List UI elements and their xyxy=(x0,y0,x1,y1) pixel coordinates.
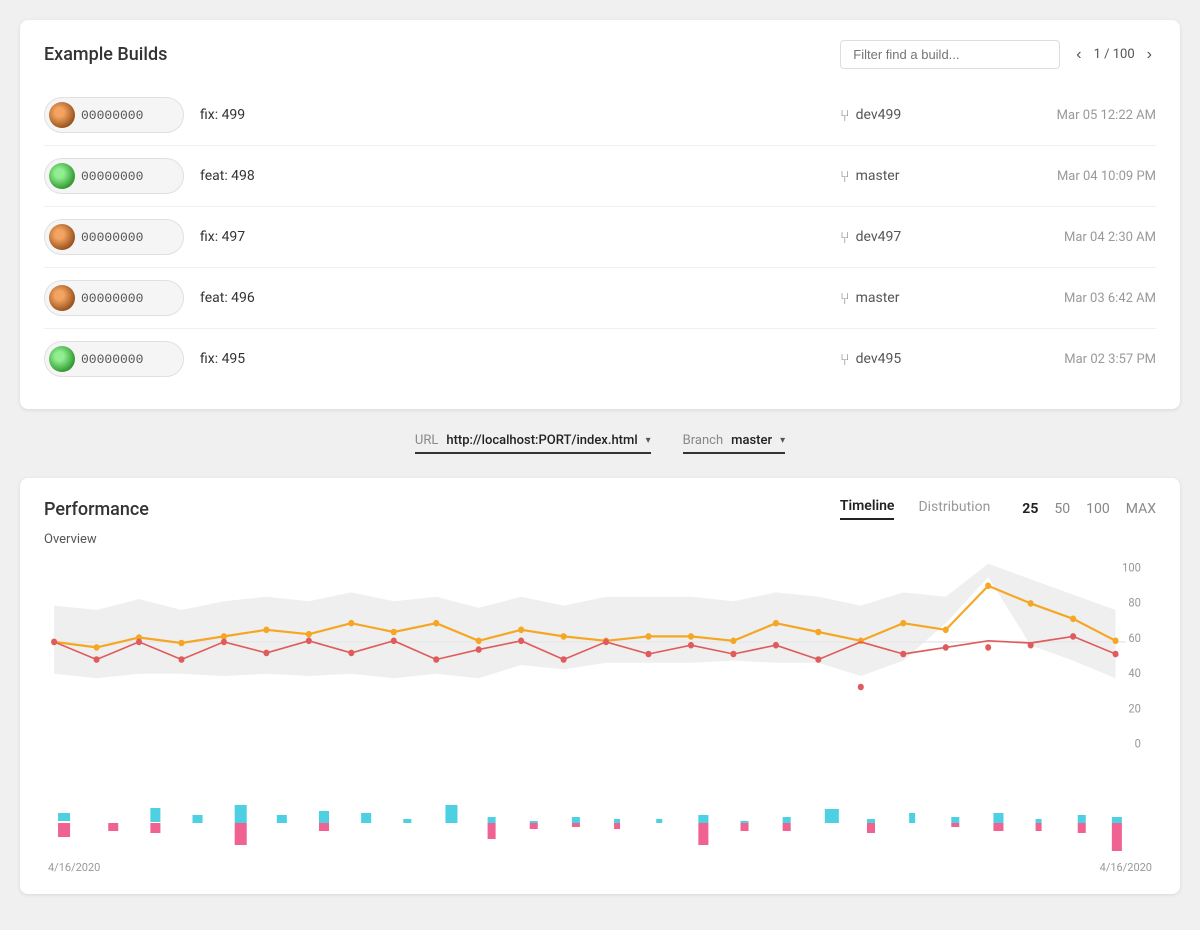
tab-distribution[interactable]: Distribution xyxy=(918,499,990,519)
build-id-badge: 00000000 xyxy=(44,219,184,255)
branch-name: dev499 xyxy=(856,107,902,123)
branch-icon: ⑂ xyxy=(840,106,850,125)
build-hash: 00000000 xyxy=(81,291,143,306)
filter-input[interactable] xyxy=(840,40,1060,69)
build-branch: ⑂ master xyxy=(840,167,980,186)
bar-chart-svg xyxy=(48,783,1152,853)
avatar xyxy=(49,285,75,311)
avatar-image xyxy=(49,346,75,372)
build-branch: ⑂ dev499 xyxy=(840,106,980,125)
pagination: ‹ 1 / 100 › xyxy=(1072,44,1156,66)
performance-tabs: Timeline Distribution xyxy=(840,498,990,520)
branch-name: dev495 xyxy=(856,351,902,367)
build-branch: ⑂ master xyxy=(840,289,980,308)
count-100[interactable]: 100 xyxy=(1086,501,1110,517)
bar-chart xyxy=(48,783,1152,853)
date-end: 4/16/2020 xyxy=(1100,861,1152,874)
build-date: Mar 02 3:57 PM xyxy=(996,352,1156,367)
svg-text:0: 0 xyxy=(1135,736,1141,751)
builds-card: Example Builds ‹ 1 / 100 › 00000000 fix:… xyxy=(20,20,1180,409)
avatar-image xyxy=(49,285,75,311)
build-message: feat: 498 xyxy=(200,168,824,184)
table-row[interactable]: 00000000 fix: 497 ⑂ dev497 Mar 04 2:30 A… xyxy=(44,206,1156,267)
avatar xyxy=(49,163,75,189)
build-branch: ⑂ dev497 xyxy=(840,228,980,247)
builds-list: 00000000 fix: 499 ⑂ dev499 Mar 05 12:22 … xyxy=(44,85,1156,389)
builds-controls: ‹ 1 / 100 › xyxy=(840,40,1156,69)
build-message: feat: 496 xyxy=(200,290,824,306)
url-label: URL xyxy=(415,433,438,448)
url-value: http://localhost:PORT/index.html xyxy=(446,433,637,448)
build-date: Mar 04 10:09 PM xyxy=(996,169,1156,184)
branch-name: dev497 xyxy=(856,229,902,245)
avatar-image xyxy=(49,224,75,250)
count-50[interactable]: 50 xyxy=(1054,501,1070,517)
branch-icon: ⑂ xyxy=(840,167,850,186)
date-row: 4/16/2020 4/16/2020 xyxy=(44,861,1156,874)
branch-selector[interactable]: Branch master ▾ xyxy=(683,433,785,454)
tab-timeline[interactable]: Timeline xyxy=(840,498,895,520)
build-message: fix: 499 xyxy=(200,107,824,123)
date-start: 4/16/2020 xyxy=(48,861,100,874)
url-dropdown-icon: ▾ xyxy=(646,435,651,446)
svg-text:80: 80 xyxy=(1128,595,1141,610)
build-message: fix: 495 xyxy=(200,351,824,367)
pagination-next-button[interactable]: › xyxy=(1143,44,1156,66)
overview-label: Overview xyxy=(44,532,1156,547)
performance-title: Performance xyxy=(44,499,840,520)
build-id-badge: 00000000 xyxy=(44,341,184,377)
svg-text:60: 60 xyxy=(1128,630,1141,645)
count-max[interactable]: MAX xyxy=(1126,501,1156,517)
pagination-prev-button[interactable]: ‹ xyxy=(1072,44,1085,66)
selector-row: URL http://localhost:PORT/index.html ▾ B… xyxy=(20,425,1180,462)
branch-name: master xyxy=(856,168,900,184)
build-date: Mar 05 12:22 AM xyxy=(996,108,1156,123)
svg-text:20: 20 xyxy=(1128,701,1141,716)
branch-label: Branch xyxy=(683,433,723,448)
build-id-badge: 00000000 xyxy=(44,280,184,316)
avatar xyxy=(49,224,75,250)
build-hash: 00000000 xyxy=(81,230,143,245)
avatar-image xyxy=(49,102,75,128)
build-date: Mar 04 2:30 AM xyxy=(996,230,1156,245)
branch-name: master xyxy=(856,290,900,306)
table-row[interactable]: 00000000 fix: 499 ⑂ dev499 Mar 05 12:22 … xyxy=(44,85,1156,145)
branch-icon: ⑂ xyxy=(840,228,850,247)
performance-card: Performance Timeline Distribution 25 50 … xyxy=(20,478,1180,894)
branch-icon: ⑂ xyxy=(840,289,850,308)
branch-value: master xyxy=(731,433,772,448)
avatar xyxy=(49,102,75,128)
svg-text:40: 40 xyxy=(1128,666,1141,681)
chart-svg: 100 80 60 40 20 0 xyxy=(44,555,1156,775)
count-25[interactable]: 25 xyxy=(1022,501,1038,517)
builds-header: Example Builds ‹ 1 / 100 › xyxy=(44,40,1156,69)
build-hash: 00000000 xyxy=(81,352,143,367)
avatar xyxy=(49,346,75,372)
builds-title: Example Builds xyxy=(44,44,167,65)
performance-header: Performance Timeline Distribution 25 50 … xyxy=(44,498,1156,520)
build-hash: 00000000 xyxy=(81,108,143,123)
build-message: fix: 497 xyxy=(200,229,824,245)
performance-counts: 25 50 100 MAX xyxy=(1022,501,1156,517)
table-row[interactable]: 00000000 feat: 496 ⑂ master Mar 03 6:42 … xyxy=(44,267,1156,328)
build-hash: 00000000 xyxy=(81,169,143,184)
table-row[interactable]: 00000000 fix: 495 ⑂ dev495 Mar 02 3:57 P… xyxy=(44,328,1156,389)
build-id-badge: 00000000 xyxy=(44,158,184,194)
table-row[interactable]: 00000000 feat: 498 ⑂ master Mar 04 10:09… xyxy=(44,145,1156,206)
build-branch: ⑂ dev495 xyxy=(840,350,980,369)
branch-icon: ⑂ xyxy=(840,350,850,369)
avatar-image xyxy=(49,163,75,189)
url-selector[interactable]: URL http://localhost:PORT/index.html ▾ xyxy=(415,433,651,454)
build-date: Mar 03 6:42 AM xyxy=(996,291,1156,306)
branch-dropdown-icon: ▾ xyxy=(780,435,785,446)
svg-text:100: 100 xyxy=(1122,560,1141,575)
build-id-badge: 00000000 xyxy=(44,97,184,133)
pagination-label: 1 / 100 xyxy=(1094,47,1135,62)
line-chart: 100 80 60 40 20 0 xyxy=(44,555,1156,775)
